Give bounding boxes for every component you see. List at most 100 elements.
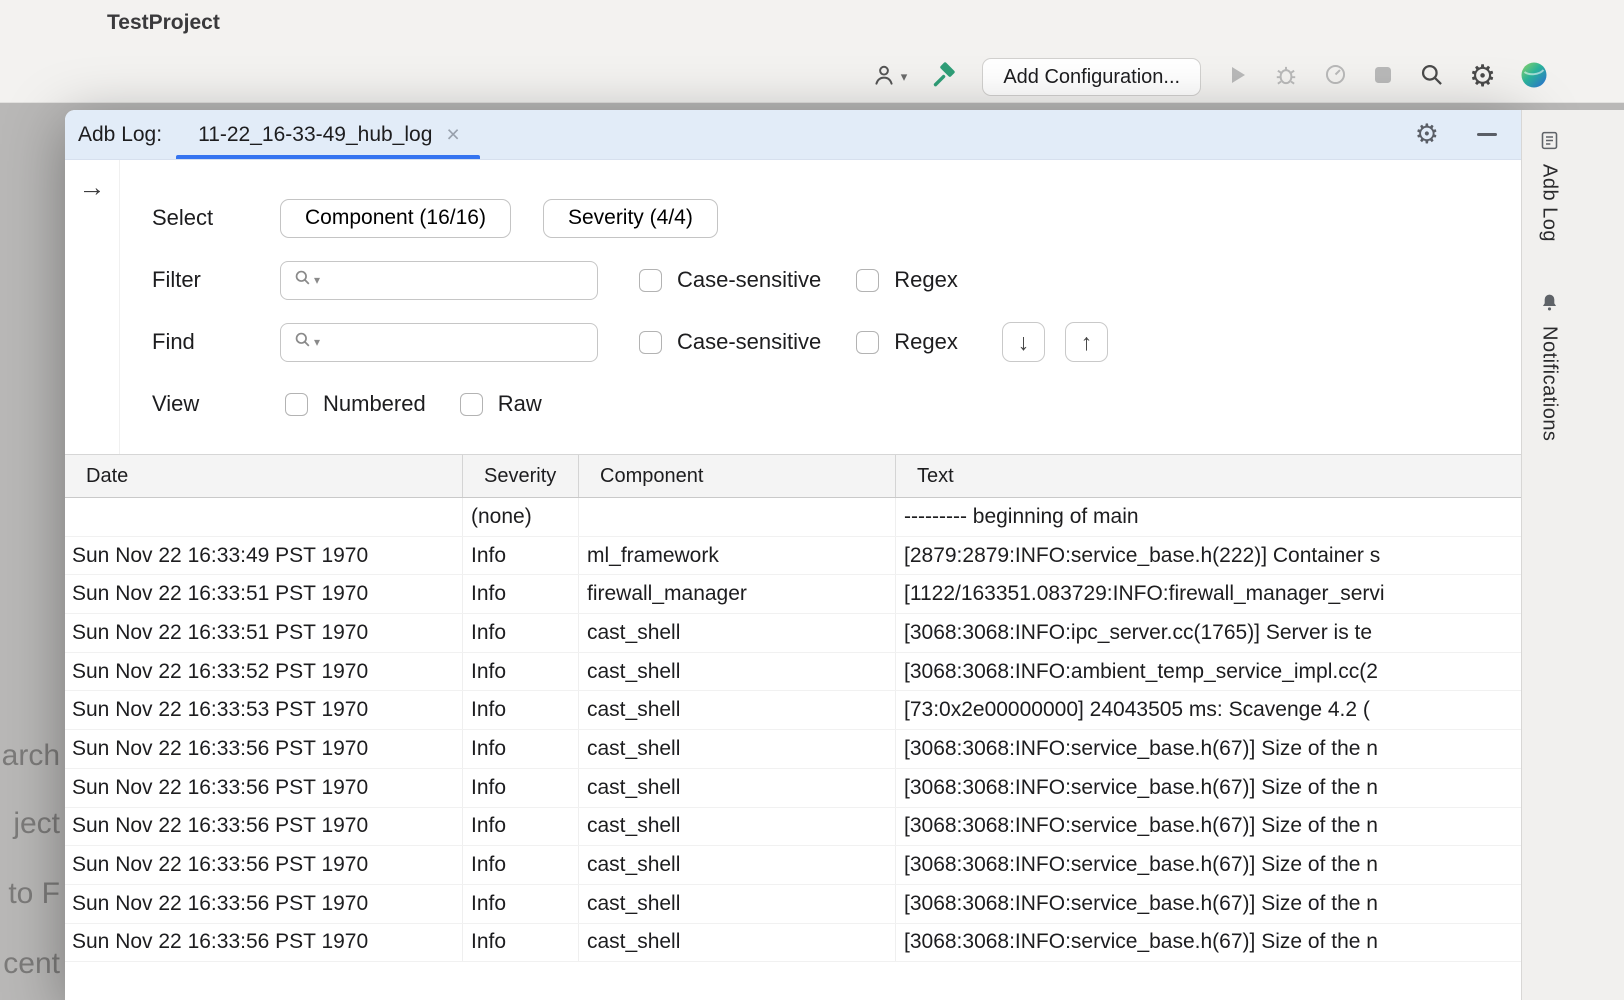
checkbox-icon: [856, 331, 879, 354]
debug-bug-icon: [1273, 62, 1299, 93]
cell-component: cast_shell: [578, 846, 895, 884]
side-tab-notifications[interactable]: Notifications: [1529, 292, 1569, 441]
cell-text: [2879:2879:INFO:service_base.h(222)] Con…: [895, 537, 1521, 575]
cell-date: Sun Nov 22 16:33:51 PST 1970: [65, 575, 462, 613]
view-row: View Numbered Raw: [120, 384, 1521, 424]
log-table: Date Severity Component Text (none) ----…: [65, 455, 1521, 1000]
background-text-fragment: ject: [0, 807, 60, 841]
cell-component: cast_shell: [578, 769, 895, 807]
cell-component: ml_framework: [578, 537, 895, 575]
find-previous-button[interactable]: ↑: [1065, 322, 1108, 362]
cell-component: firewall_manager: [578, 575, 895, 613]
table-row[interactable]: Sun Nov 22 16:33:56 PST 1970 Info cast_s…: [65, 808, 1521, 847]
cell-severity: Info: [462, 537, 578, 575]
background-text-fragment: to F: [0, 877, 60, 911]
find-regex-checkbox[interactable]: Regex: [856, 329, 958, 355]
column-header-component[interactable]: Component: [578, 455, 895, 497]
settings-button[interactable]: ⚙: [1469, 62, 1496, 92]
numbered-label: Numbered: [323, 391, 426, 417]
column-header-severity[interactable]: Severity: [462, 455, 578, 497]
raw-checkbox[interactable]: Raw: [460, 391, 542, 417]
adb-log-header: Adb Log: 11-22_16-33-49_hub_log × ⚙: [65, 110, 1521, 160]
filter-label: Filter: [120, 267, 280, 293]
raw-label: Raw: [498, 391, 542, 417]
side-tab-label: Adb Log: [1538, 164, 1561, 242]
title-bar: TestProject ▾ Add Configuration...: [0, 0, 1624, 103]
filter-case-sensitive-checkbox[interactable]: Case-sensitive: [639, 267, 821, 293]
cell-date: Sun Nov 22 16:33:56 PST 1970: [65, 808, 462, 846]
user-icon: [871, 62, 897, 93]
filter-regex-checkbox[interactable]: Regex: [856, 267, 958, 293]
case-sensitive-label: Case-sensitive: [677, 329, 821, 355]
side-tab-label: Notifications: [1538, 326, 1561, 441]
collapse-column: →: [65, 160, 120, 454]
run-button[interactable]: [1225, 63, 1249, 92]
component-filter-button[interactable]: Component (16/16): [280, 199, 511, 238]
checkbox-icon: [639, 331, 662, 354]
cell-date: Sun Nov 22 16:33:56 PST 1970: [65, 730, 462, 768]
table-row[interactable]: Sun Nov 22 16:33:56 PST 1970 Info cast_s…: [65, 730, 1521, 769]
log-file-tab[interactable]: 11-22_16-33-49_hub_log ×: [176, 110, 480, 159]
find-next-button[interactable]: ↓: [1002, 322, 1045, 362]
table-row[interactable]: Sun Nov 22 16:33:56 PST 1970 Info cast_s…: [65, 769, 1521, 808]
debug-button[interactable]: [1273, 62, 1299, 93]
table-row[interactable]: Sun Nov 22 16:33:51 PST 1970 Info firewa…: [65, 575, 1521, 614]
filter-input[interactable]: [320, 262, 597, 299]
severity-filter-button[interactable]: Severity (4/4): [543, 199, 718, 238]
cell-text: [3068:3068:INFO:service_base.h(67)] Size…: [895, 846, 1521, 884]
table-row[interactable]: Sun Nov 22 16:33:52 PST 1970 Info cast_s…: [65, 653, 1521, 692]
gear-icon: ⚙: [1469, 62, 1496, 92]
cell-severity: Info: [462, 769, 578, 807]
side-tab-adb-log[interactable]: Adb Log: [1529, 130, 1569, 242]
build-hammer-icon: [931, 61, 958, 93]
stop-button[interactable]: [1372, 64, 1394, 91]
table-row[interactable]: Sun Nov 22 16:33:53 PST 1970 Info cast_s…: [65, 691, 1521, 730]
profiler-button[interactable]: [1323, 62, 1348, 92]
filter-area: → Select Component (16/16) Severity (4/4…: [65, 160, 1521, 455]
find-label: Find: [120, 329, 280, 355]
table-row[interactable]: Sun Nov 22 16:33:56 PST 1970 Info cast_s…: [65, 885, 1521, 924]
cell-date: Sun Nov 22 16:33:56 PST 1970: [65, 769, 462, 807]
checkbox-icon: [856, 269, 879, 292]
table-row[interactable]: Sun Nov 22 16:33:56 PST 1970 Info cast_s…: [65, 846, 1521, 885]
column-header-text[interactable]: Text: [895, 455, 1521, 497]
case-sensitive-label: Case-sensitive: [677, 267, 821, 293]
cell-text: [3068:3068:INFO:ipc_server.cc(1765)] Ser…: [895, 614, 1521, 652]
search-icon: [293, 268, 312, 292]
run-play-icon: [1225, 63, 1249, 92]
screen: { "window": { "title": "TestProject" }, …: [0, 0, 1624, 1000]
cell-component: cast_shell: [578, 808, 895, 846]
user-menu-button[interactable]: ▾: [871, 62, 908, 93]
assistant-button[interactable]: [1520, 61, 1548, 94]
build-button[interactable]: [931, 61, 958, 93]
table-row[interactable]: Sun Nov 22 16:33:56 PST 1970 Info cast_s…: [65, 924, 1521, 963]
close-icon[interactable]: ×: [446, 123, 459, 146]
column-header-date[interactable]: Date: [65, 455, 462, 497]
cell-date: Sun Nov 22 16:33:56 PST 1970: [65, 885, 462, 923]
log-document-icon: [1539, 130, 1560, 156]
minimize-icon[interactable]: [1477, 133, 1497, 136]
search-icon: [1418, 61, 1445, 93]
profiler-icon: [1323, 62, 1348, 92]
cell-date: [65, 498, 462, 536]
search-everywhere-button[interactable]: [1418, 61, 1445, 93]
adb-log-window: Adb Log: 11-22_16-33-49_hub_log × ⚙ → Se…: [65, 110, 1521, 1000]
table-row[interactable]: Sun Nov 22 16:33:51 PST 1970 Info cast_s…: [65, 614, 1521, 653]
cell-date: Sun Nov 22 16:33:52 PST 1970: [65, 653, 462, 691]
cell-text: [3068:3068:INFO:service_base.h(67)] Size…: [895, 769, 1521, 807]
cell-component: cast_shell: [578, 924, 895, 962]
cell-component: cast_shell: [578, 691, 895, 729]
log-tab-label: 11-22_16-33-49_hub_log: [198, 123, 432, 147]
cell-text: [1122/163351.083729:INFO:firewall_manage…: [895, 575, 1521, 613]
panel-settings-gear-icon[interactable]: ⚙: [1415, 121, 1439, 148]
filter-rows: Select Component (16/16) Severity (4/4) …: [120, 160, 1521, 454]
cell-component: cast_shell: [578, 885, 895, 923]
table-row[interactable]: Sun Nov 22 16:33:49 PST 1970 Info ml_fra…: [65, 537, 1521, 576]
collapse-arrow-icon[interactable]: →: [79, 172, 106, 202]
add-configuration-button[interactable]: Add Configuration...: [982, 58, 1201, 96]
find-input[interactable]: [320, 324, 597, 361]
table-row[interactable]: (none) --------- beginning of main: [65, 498, 1521, 537]
numbered-checkbox[interactable]: Numbered: [285, 391, 426, 417]
find-case-sensitive-checkbox[interactable]: Case-sensitive: [639, 329, 821, 355]
view-label: View: [120, 391, 280, 417]
